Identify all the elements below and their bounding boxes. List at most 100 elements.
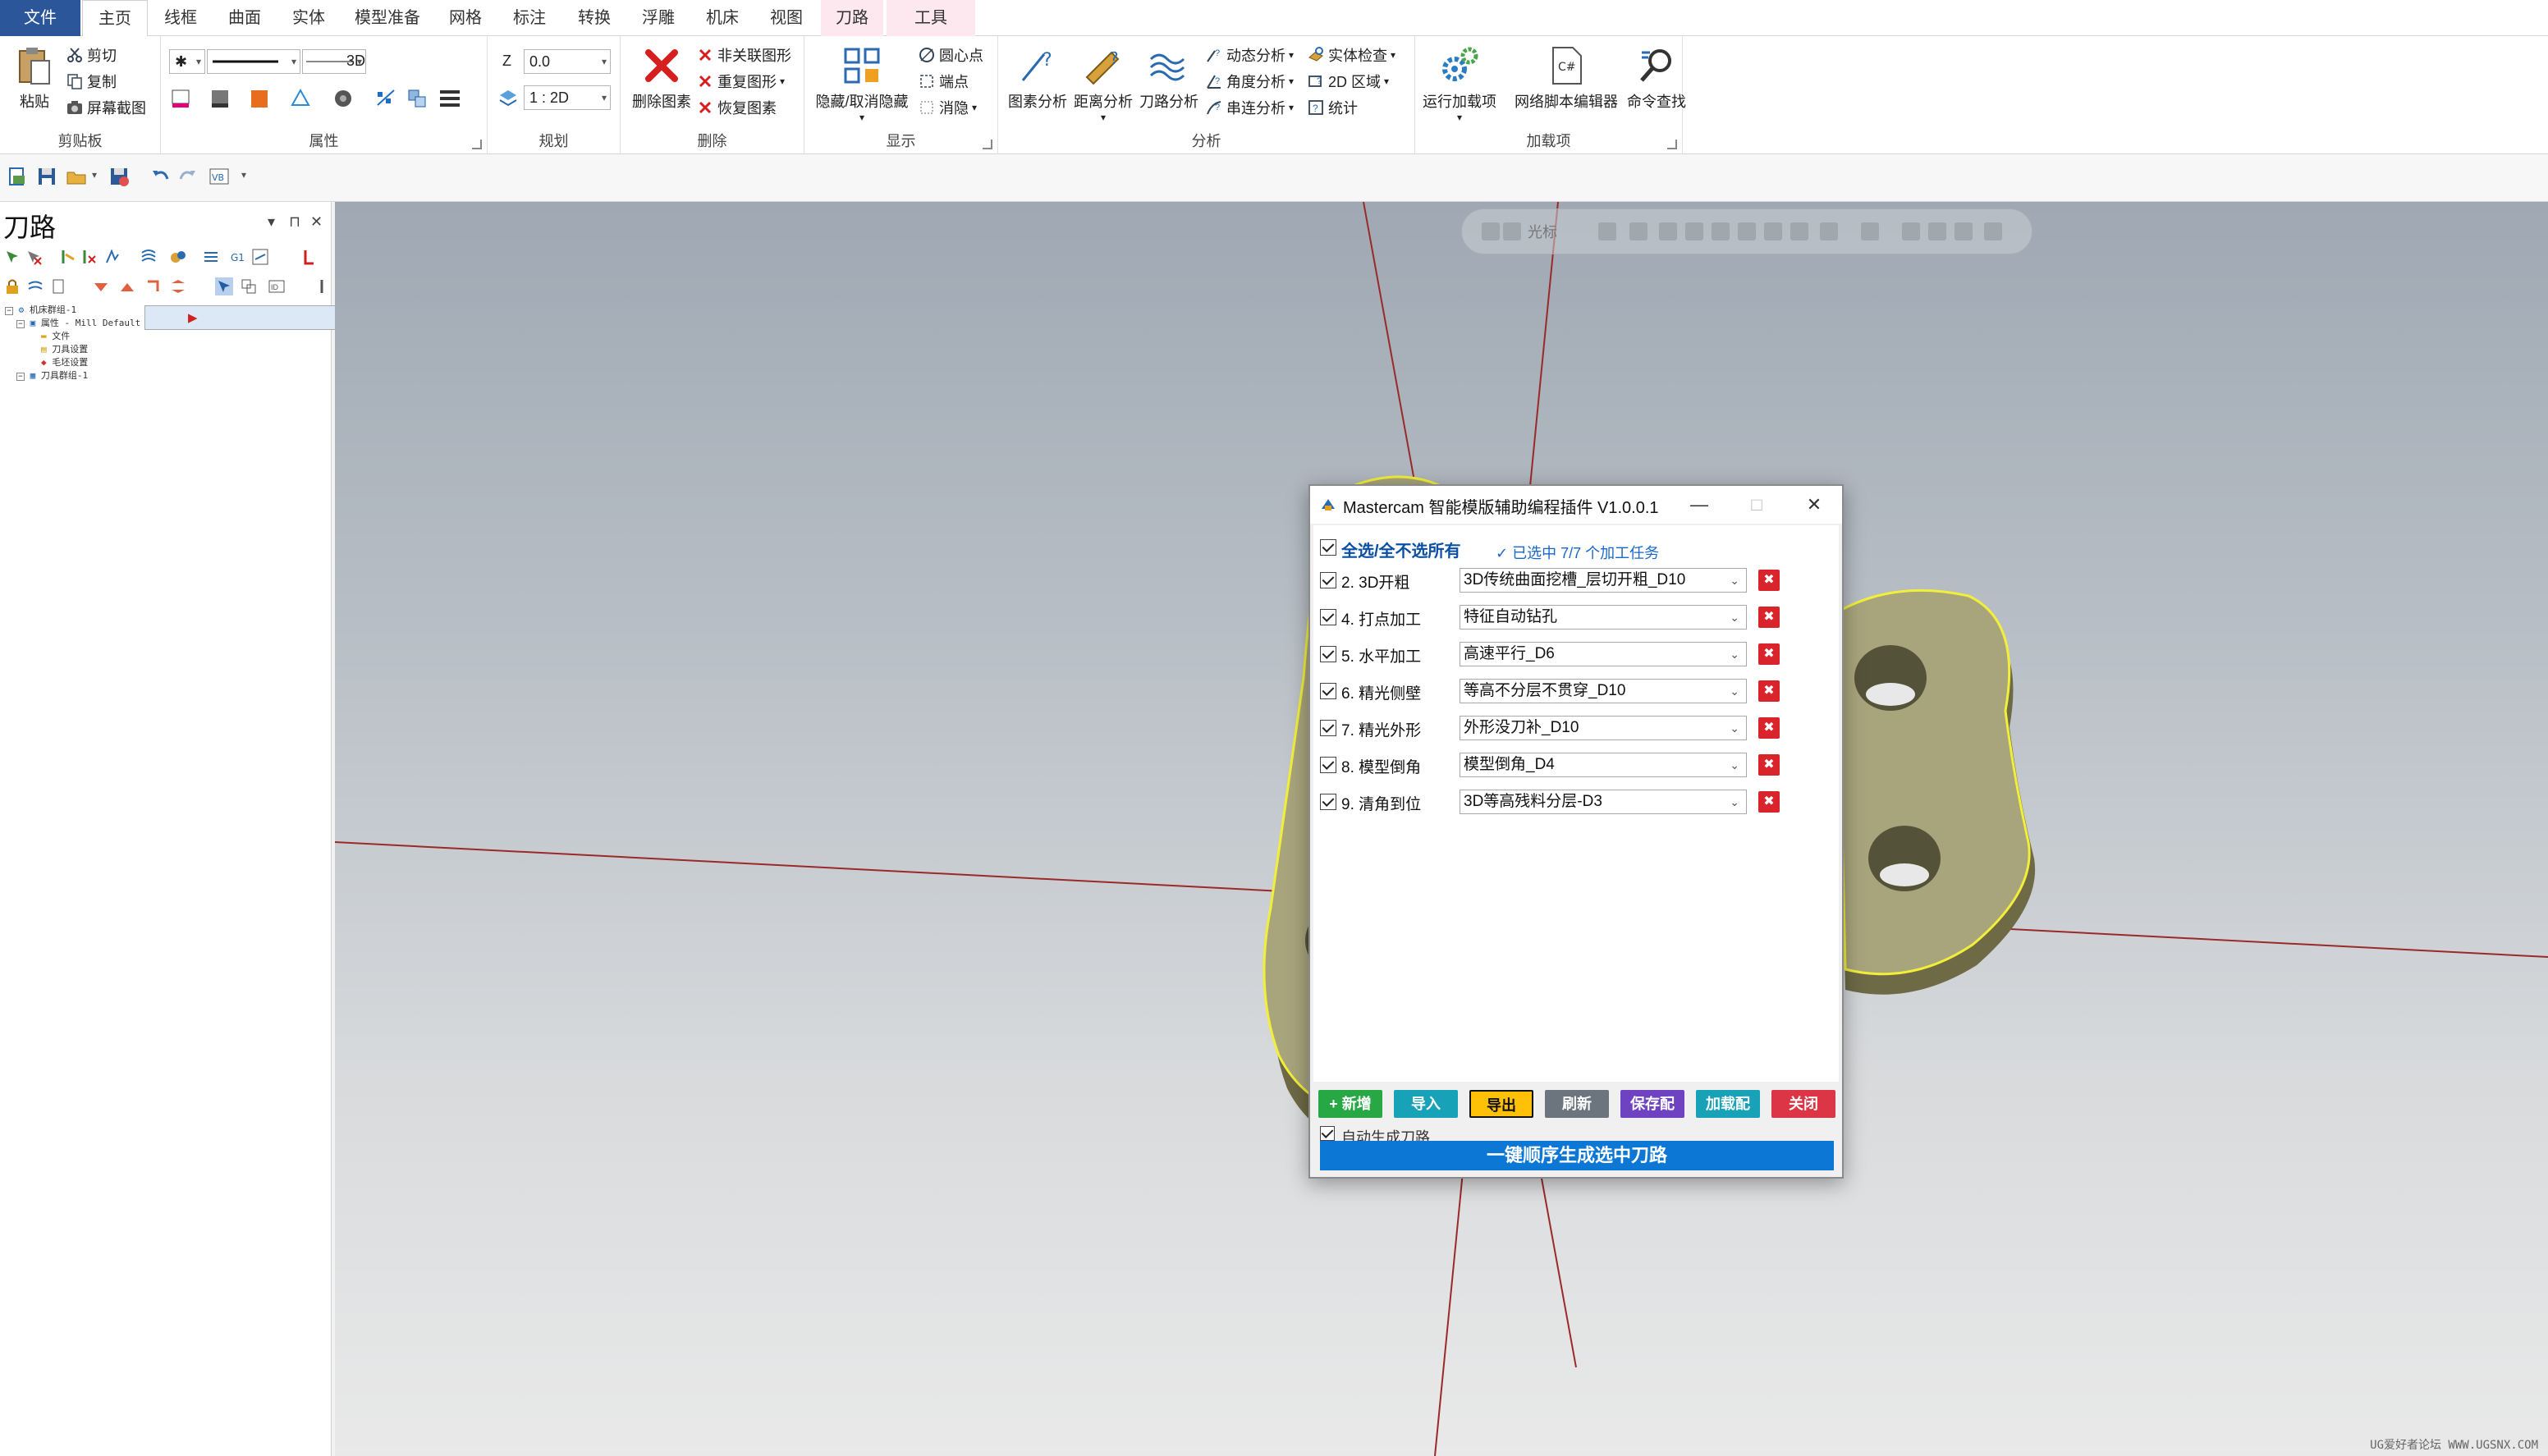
- tab-view[interactable]: 视图: [757, 0, 816, 36]
- run-addin-button[interactable]: 运行加载项 ▾: [1420, 44, 1499, 123]
- tab-tools[interactable]: 工具: [887, 0, 975, 36]
- select-all-label[interactable]: 全选/全不选所有: [1341, 538, 1461, 561]
- backplot-icon[interactable]: [140, 248, 158, 266]
- export-button[interactable]: 导出: [1469, 1090, 1533, 1118]
- tree-item-tool-settings[interactable]: ▤ 刀具设置: [5, 343, 327, 356]
- entity-analysis-button[interactable]: ? 图素分析: [1006, 44, 1069, 112]
- tab-toolpaths[interactable]: 刀路: [821, 0, 883, 36]
- vb-script-icon[interactable]: VB: [209, 166, 230, 187]
- save-config-button[interactable]: 保存配: [1620, 1090, 1684, 1118]
- endpoint-button[interactable]: 端点: [918, 71, 969, 92]
- statistics-button[interactable]: ? 统计: [1307, 97, 1358, 118]
- tab-machine[interactable]: 机床: [693, 0, 752, 36]
- chevron-down-icon[interactable]: ▾: [92, 169, 97, 181]
- save-icon[interactable]: [36, 166, 57, 187]
- angle-analysis-button[interactable]: ? 角度分析 ▾: [1205, 71, 1294, 92]
- window-select-icon[interactable]: [1712, 222, 1730, 240]
- tree-item-toolpath-group[interactable]: − ▦ 刀具群组-1: [5, 369, 327, 382]
- tab-mesh[interactable]: 网格: [437, 0, 494, 36]
- dialog-titlebar[interactable]: Mastercam 智能模版辅助编程插件 V1.0.0.1 — □ ✕: [1310, 486, 1842, 524]
- template-select[interactable]: 特征自动钻孔 ⌄: [1460, 605, 1747, 630]
- task-checkbox[interactable]: [1320, 683, 1336, 699]
- select-all-ops-icon[interactable]: [3, 248, 21, 266]
- cut-button[interactable]: 剪切: [66, 44, 117, 66]
- new-file-icon[interactable]: [7, 166, 28, 187]
- remove-task-button[interactable]: ✖: [1758, 717, 1780, 739]
- redo-icon[interactable]: [177, 166, 199, 187]
- g1-icon[interactable]: G1: [230, 248, 248, 266]
- copy-button[interactable]: 复制: [66, 71, 117, 92]
- collapse-icon[interactable]: −: [5, 307, 13, 315]
- tab-transform[interactable]: 转换: [565, 0, 624, 36]
- collapse-icon[interactable]: −: [16, 320, 25, 328]
- remove-task-button[interactable]: ✖: [1758, 643, 1780, 665]
- auto-generate-checkbox[interactable]: [1320, 1126, 1335, 1141]
- paste-button[interactable]: 粘贴: [10, 44, 59, 112]
- remove-task-button[interactable]: ✖: [1758, 754, 1780, 776]
- remove-task-button[interactable]: ✖: [1758, 570, 1780, 591]
- screenshot-button[interactable]: 屏幕截图: [66, 97, 146, 118]
- minimize-icon[interactable]: —: [1683, 491, 1716, 519]
- remove-task-button[interactable]: ✖: [1758, 607, 1780, 628]
- insert-arrow-icon[interactable]: [144, 277, 163, 295]
- region-2d-button[interactable]: ? 2D 区域 ▾: [1307, 71, 1389, 92]
- point-icon[interactable]: [1629, 222, 1647, 240]
- distance-analysis-button[interactable]: ? 距离分析 ▾: [1072, 44, 1134, 123]
- verify-select-icon[interactable]: [1902, 222, 1920, 240]
- delete-entities-button[interactable]: 删除图素: [629, 44, 694, 112]
- tool-manager-icon[interactable]: [300, 248, 318, 266]
- save-as-icon[interactable]: [108, 166, 130, 187]
- 3d-mode-toggle[interactable]: 3D: [346, 53, 365, 70]
- body-select-icon[interactable]: [1820, 222, 1838, 240]
- hide-unhide-button[interactable]: 隐藏/取消隐藏 ▾: [811, 44, 913, 123]
- line-style-select[interactable]: ▾: [207, 49, 300, 74]
- move-down-icon[interactable]: [92, 277, 110, 295]
- template-select[interactable]: 3D等高残料分层-D3 ⌄: [1460, 790, 1747, 814]
- maximize-icon[interactable]: □: [1740, 491, 1773, 519]
- select-all-checkbox[interactable]: [1320, 539, 1336, 556]
- add-button[interactable]: + 新增: [1318, 1090, 1382, 1118]
- solid-select-icon[interactable]: [1764, 222, 1782, 240]
- chain-analysis-button[interactable]: ? 串连分析 ▾: [1205, 97, 1294, 118]
- non-assoc-button[interactable]: 非关联图形: [696, 44, 791, 66]
- remove-task-button[interactable]: ✖: [1758, 791, 1780, 813]
- refresh-button[interactable]: 刷新: [1545, 1090, 1609, 1118]
- deselect-ops-icon[interactable]: [25, 248, 43, 266]
- attributes-launcher-icon[interactable]: [472, 140, 482, 149]
- tab-relief[interactable]: 浮雕: [629, 0, 688, 36]
- addins-launcher-icon[interactable]: [1667, 140, 1677, 149]
- grid-select-icon[interactable]: [1861, 222, 1879, 240]
- dynamic-analysis-button[interactable]: ? 动态分析 ▾: [1205, 44, 1294, 66]
- cursor-icon[interactable]: [1503, 222, 1521, 240]
- restore-entities-button[interactable]: 恢复图素: [696, 97, 777, 118]
- snap-icon[interactable]: [1598, 222, 1616, 240]
- open-folder-icon[interactable]: [66, 166, 87, 187]
- lock-icon[interactable]: [3, 277, 21, 295]
- template-select[interactable]: 3D传统曲面挖槽_层切开粗_D10 ⌄: [1460, 568, 1747, 593]
- customize-qat-icon[interactable]: ▾: [241, 169, 246, 181]
- lock-view-icon[interactable]: [1482, 222, 1500, 240]
- panel-dropdown-icon[interactable]: ▾: [268, 213, 275, 231]
- template-select[interactable]: 模型倒角_D4 ⌄: [1460, 753, 1747, 777]
- show-assoc-icon[interactable]: [240, 277, 258, 295]
- template-select[interactable]: 等高不分层不贯穿_D10 ⌄: [1460, 679, 1747, 703]
- task-checkbox[interactable]: [1320, 794, 1336, 810]
- task-checkbox[interactable]: [1320, 757, 1336, 773]
- repeat-entities-button[interactable]: 重复图形 ▾: [696, 71, 785, 92]
- tab-solids[interactable]: 实体: [279, 0, 338, 36]
- simulate-icon[interactable]: [103, 248, 121, 266]
- more-tools-icon[interactable]: [317, 277, 335, 295]
- select-all-row[interactable]: 全选/全不选所有 ✓ 已选中 7/7 个加工任务: [1320, 533, 1829, 561]
- tab-home[interactable]: 主页: [82, 0, 148, 37]
- display-options-icon[interactable]: ID: [268, 277, 286, 295]
- task-checkbox[interactable]: [1320, 720, 1336, 736]
- regenerate-all-icon[interactable]: [59, 248, 77, 266]
- close-icon[interactable]: ✕: [1798, 491, 1831, 519]
- remove-task-button[interactable]: ✖: [1758, 680, 1780, 702]
- generate-toolpaths-button[interactable]: 一键顺序生成选中刀路: [1320, 1141, 1834, 1170]
- undo-icon[interactable]: [149, 166, 171, 187]
- box-select-icon[interactable]: [1928, 222, 1946, 240]
- task-checkbox[interactable]: [1320, 572, 1336, 588]
- pin-icon[interactable]: ⊓: [289, 213, 300, 231]
- import-button[interactable]: 导入: [1394, 1090, 1458, 1118]
